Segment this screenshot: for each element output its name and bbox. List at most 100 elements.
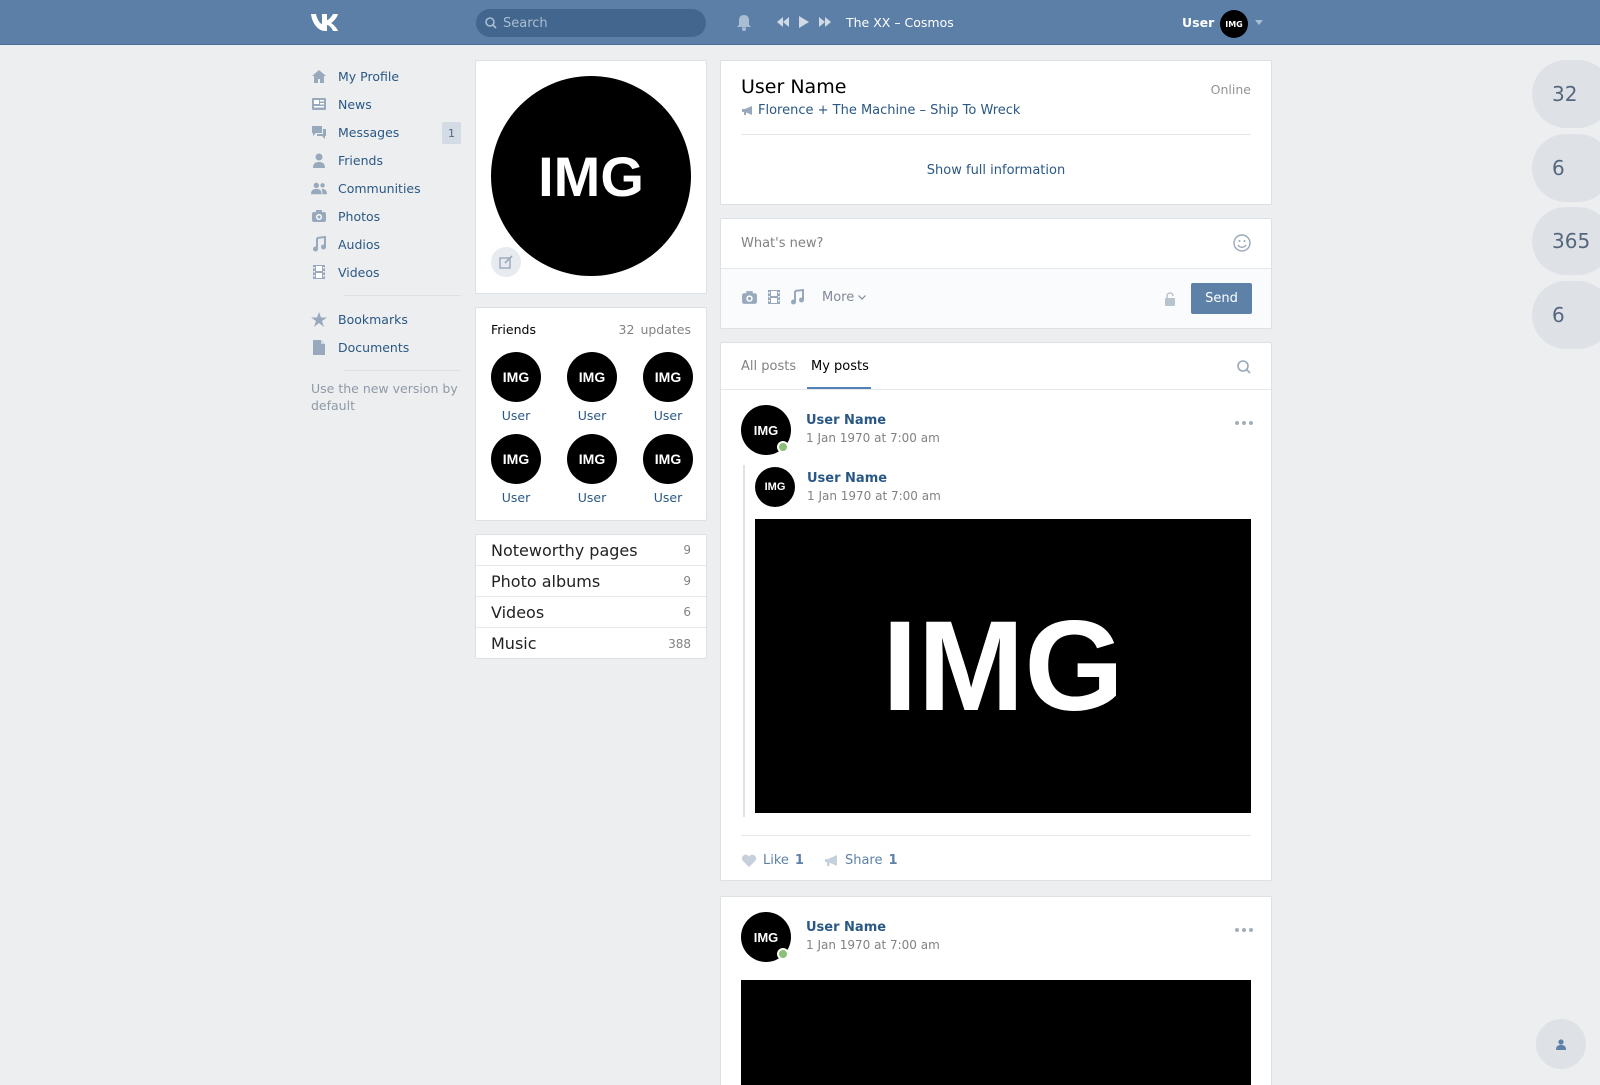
friend-avatar: IMG	[643, 434, 693, 484]
repost-author-avatar[interactable]: IMG	[755, 467, 795, 507]
tab-my-posts[interactable]: My posts	[811, 359, 869, 374]
more-label: More	[822, 290, 855, 305]
header-avatar[interactable]: IMG	[1220, 10, 1248, 38]
search-icon[interactable]	[1237, 360, 1251, 374]
profile-status[interactable]: Florence + The Machine – Ship To Wreck	[741, 103, 1020, 118]
friend-item[interactable]: IMG User	[567, 352, 617, 423]
menu-item-communities[interactable]: Communities	[311, 174, 461, 202]
menu-item-photos[interactable]: Photos	[311, 202, 461, 230]
section-count: 9	[683, 543, 691, 557]
search-input[interactable]	[503, 9, 698, 37]
menu-item-label: Communities	[338, 180, 421, 196]
section-count: 388	[668, 636, 691, 651]
section-link-music[interactable]: Music 388	[476, 628, 706, 659]
audio-player-controls	[776, 15, 832, 29]
divider	[741, 835, 1251, 836]
friend-item[interactable]: IMG User	[567, 434, 617, 505]
search-box[interactable]	[476, 9, 706, 37]
share-button[interactable]: Share 1	[824, 853, 898, 868]
whats-new-input[interactable]	[741, 231, 1221, 255]
friend-name: User	[653, 408, 683, 423]
counter-badge[interactable]: 365	[1532, 207, 1600, 275]
vk-logo-icon[interactable]	[310, 12, 344, 32]
megaphone-icon	[824, 855, 837, 866]
profile-photo-card: IMG	[475, 60, 707, 294]
friends-count: 32	[618, 322, 635, 337]
post-actions: Like 1 Share 1	[741, 853, 898, 868]
profile-info-card: User Name Online Florence + The Machine …	[720, 60, 1272, 205]
menu-item-messages[interactable]: Messages 1	[311, 118, 461, 146]
repost-indicator	[743, 465, 745, 817]
chevron-down-icon[interactable]	[1255, 20, 1263, 25]
friend-name: User	[577, 490, 607, 505]
attach-video-icon[interactable]	[767, 289, 781, 305]
menu-item-label: Friends	[338, 152, 383, 168]
play-icon[interactable]	[798, 15, 810, 29]
status-text: Florence + The Machine – Ship To Wreck	[758, 103, 1021, 118]
repost-date[interactable]: 1 Jan 1970 at 7:00 am	[807, 489, 941, 503]
friend-avatar: IMG	[567, 434, 617, 484]
friend-item[interactable]: IMG User	[491, 352, 541, 423]
post-author-name[interactable]: User Name	[806, 920, 886, 935]
previous-track-icon[interactable]	[776, 16, 790, 28]
menu-item-news[interactable]: News	[311, 90, 461, 118]
counter-badge[interactable]: 32	[1532, 60, 1600, 128]
menu-item-friends[interactable]: Friends	[311, 146, 461, 174]
post-date[interactable]: 1 Jan 1970 at 7:00 am	[806, 938, 940, 952]
menu-item-videos[interactable]: Videos	[311, 258, 461, 286]
post-image[interactable]: IMG	[755, 519, 1251, 813]
user-fab-button[interactable]	[1536, 1019, 1586, 1069]
tab-all-posts[interactable]: All posts	[741, 359, 796, 374]
counter-badge[interactable]: 6	[1532, 281, 1600, 349]
menu-item-my-profile[interactable]: My Profile	[311, 62, 461, 90]
news-icon	[311, 96, 327, 112]
current-track-title[interactable]: The XX – Cosmos	[846, 15, 954, 30]
friend-avatar: IMG	[491, 434, 541, 484]
friend-item[interactable]: IMG User	[643, 434, 693, 505]
home-icon	[311, 68, 327, 84]
post-date[interactable]: 1 Jan 1970 at 7:00 am	[806, 431, 940, 445]
header-user-name[interactable]: User	[1182, 15, 1214, 30]
friends-updates[interactable]: 32 updates	[619, 322, 691, 337]
profile-avatar[interactable]: IMG	[491, 76, 691, 276]
notifications-bell-icon[interactable]	[736, 14, 752, 31]
friend-name: User	[653, 490, 683, 505]
emoji-icon[interactable]	[1233, 234, 1251, 252]
wall-tabs: All posts My posts	[721, 343, 1271, 390]
next-track-icon[interactable]	[818, 16, 832, 28]
friends-grid: IMG User IMG User IMG User IMG User IMG User …	[491, 352, 693, 505]
active-tab-indicator	[807, 387, 871, 389]
counter-badge[interactable]: 6	[1532, 134, 1600, 202]
menu-item-label: News	[338, 96, 372, 112]
section-link-photo-albums[interactable]: Photo albums 9	[476, 566, 706, 597]
post-menu-icon[interactable]	[1235, 421, 1253, 425]
post-image[interactable]	[741, 980, 1251, 1085]
show-full-information-link[interactable]: Show full information	[721, 163, 1271, 178]
menu-item-bookmarks[interactable]: Bookmarks	[311, 305, 461, 333]
attach-photo-icon[interactable]	[741, 290, 758, 305]
post-author-name[interactable]: User Name	[806, 413, 886, 428]
post-composer: More Send	[720, 218, 1272, 329]
repost-author-name[interactable]: User Name	[807, 471, 887, 486]
friend-icon	[311, 152, 327, 168]
menu-item-label: Documents	[338, 339, 410, 355]
like-button[interactable]: Like 1	[741, 853, 804, 868]
menu-item-audios[interactable]: Audios	[311, 230, 461, 258]
friends-title[interactable]: Friends	[491, 322, 536, 337]
post-menu-icon[interactable]	[1235, 928, 1253, 932]
edit-photo-button[interactable]	[491, 247, 521, 277]
friend-item[interactable]: IMG User	[491, 434, 541, 505]
friend-item[interactable]: IMG User	[643, 352, 693, 423]
more-attachments-button[interactable]: More	[822, 290, 867, 305]
new-version-link[interactable]: Use the new version by default	[311, 380, 461, 414]
friends-block: Friends 32 updates IMG User IMG User IMG Use…	[475, 307, 707, 521]
friend-name: User	[501, 490, 531, 505]
section-link-videos[interactable]: Videos 6	[476, 597, 706, 628]
lock-icon[interactable]	[1164, 292, 1176, 306]
wall: All posts My posts IMG User Name 1 Jan 1…	[720, 342, 1272, 881]
menu-item-documents[interactable]: Documents	[311, 333, 461, 361]
menu-item-label: Audios	[338, 236, 381, 252]
attach-audio-icon[interactable]	[790, 289, 804, 305]
send-button[interactable]: Send	[1191, 283, 1252, 314]
section-link-noteworthy-pages[interactable]: Noteworthy pages 9	[476, 535, 706, 566]
